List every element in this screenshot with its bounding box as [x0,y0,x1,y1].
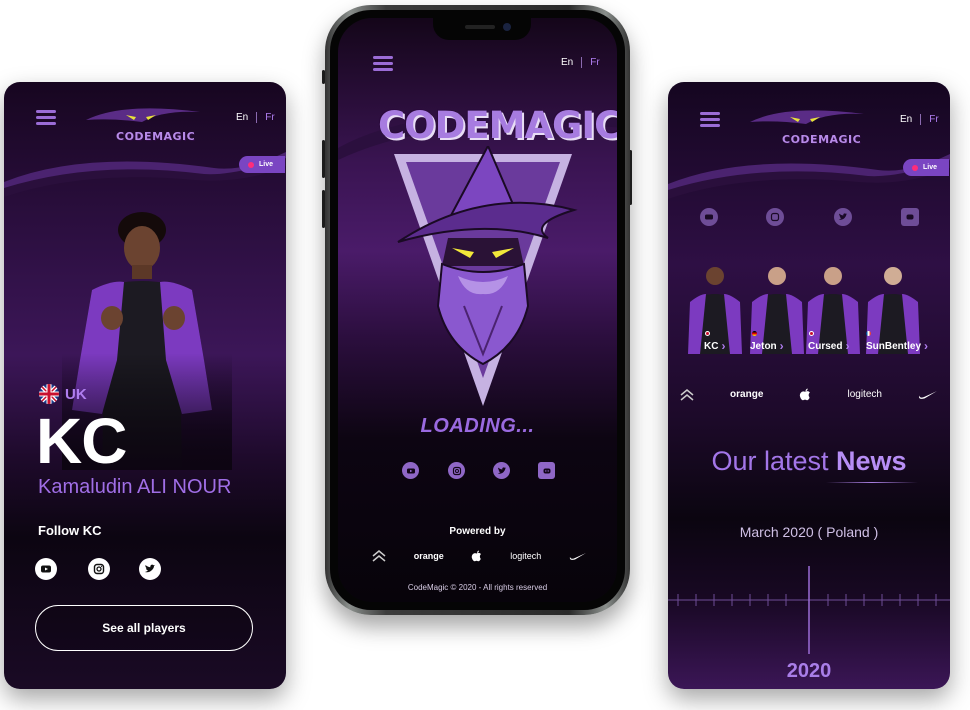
see-all-players-button[interactable]: See all players [35,605,253,651]
team-news-screen: CODEMAGIC En Fr Live KC › Jeton › Cursed › [668,82,950,689]
twitter-icon[interactable] [834,208,852,226]
phone-notch [433,18,531,40]
menu-icon[interactable] [36,110,56,125]
instagram-icon[interactable] [448,462,465,479]
team-player-link[interactable]: SunBentley › [866,339,928,353]
follow-label: Follow KC [38,523,102,538]
sponsor-row: orange logitech [680,388,938,401]
player-full-name: Kamaludin ALI NOUR [38,476,232,498]
team-player-link[interactable]: Jeton › [750,339,784,353]
brand-wordmark: CODEMAGIC [378,104,617,147]
team-player-name: KC [704,340,719,352]
flag-icon [809,331,814,336]
team-player-name: Cursed [808,340,843,352]
chevron-right-icon: › [721,339,726,353]
youtube-icon[interactable] [402,462,419,479]
language-switch: En Fr [236,112,275,123]
sponsor-orange: orange [730,389,764,400]
apple-logo-icon [800,388,811,401]
chevron-right-icon: › [779,339,784,353]
sponsor-orange: orange [413,551,444,561]
youtube-icon[interactable] [35,558,57,580]
team-player-name: SunBentley [866,340,922,352]
phone-speaker [465,25,495,29]
menu-icon[interactable] [373,56,393,71]
phone-frame: En Fr CODEMAGIC LOADING... Powered by or… [325,5,630,615]
news-title-bold: News [836,446,907,476]
flag-icon [866,331,871,336]
news-date: March 2020 ( Poland ) [739,524,879,540]
peugeot-chevron-icon [680,388,694,401]
lang-fr-option[interactable]: Fr [921,114,938,125]
live-label: Live [923,164,938,171]
sponsor-logitech: logitech [510,551,542,561]
lang-fr-option[interactable]: Fr [257,112,274,123]
player-code: KC [36,405,127,477]
loading-text: LOADING... [420,415,535,437]
flag-icon [752,331,757,336]
lang-fr-option[interactable]: Fr [582,57,599,68]
language-switch: En Fr [900,114,939,125]
player-country: UK [39,384,87,404]
flag-icon [705,331,710,336]
live-badge[interactable]: Live [239,156,286,173]
live-dot [248,161,254,168]
team-player-name: Jeton [750,340,777,352]
nike-swoosh-icon [569,553,586,560]
team-player-link[interactable]: Cursed › [808,339,849,353]
live-badge[interactable]: Live [903,159,950,176]
twitter-icon[interactable] [493,462,510,479]
lang-en-option[interactable]: En [236,112,258,123]
discord-icon[interactable] [538,462,555,479]
youtube-icon[interactable] [700,208,718,226]
team-player-link[interactable]: KC › [704,339,725,353]
player-profile-screen: CODEMAGIC En Fr Live UK KC Kamaludin ALI… [4,82,286,689]
lang-en-option[interactable]: En [900,114,922,125]
apple-logo-icon [472,550,482,562]
country-label: UK [65,385,87,403]
timeline-year: 2020 [786,660,832,682]
news-title-light: Our latest [711,446,829,476]
powered-by-label: Powered by [449,526,506,537]
news-section-title: Our latest News [668,446,950,477]
instagram-icon[interactable] [88,558,110,580]
peugeot-chevron-icon [372,550,386,562]
twitter-icon[interactable] [139,558,161,580]
news-timeline[interactable] [668,566,950,656]
discord-icon[interactable] [901,208,919,226]
news-title-underline [826,482,918,483]
loading-screen: En Fr CODEMAGIC LOADING... Powered by or… [338,18,617,602]
lang-en-option[interactable]: En [561,57,583,68]
language-switch: En Fr [561,57,600,68]
sponsor-logitech: logitech [847,389,882,400]
uk-flag-icon [39,384,59,404]
phone-bezel: En Fr CODEMAGIC LOADING... Powered by or… [330,10,625,610]
chevron-right-icon: › [845,339,850,353]
instagram-icon[interactable] [766,208,784,226]
menu-icon[interactable] [700,112,720,127]
live-dot [912,164,918,171]
live-label: Live [259,161,274,168]
copyright-text: CodeMagic © 2020 - All rights reserved [407,583,548,592]
nike-swoosh-icon [918,391,937,399]
sponsor-row: orange logitech [372,550,587,562]
chevron-right-icon: › [924,339,929,353]
wizard-logo [394,146,578,406]
phone-camera [503,23,511,31]
